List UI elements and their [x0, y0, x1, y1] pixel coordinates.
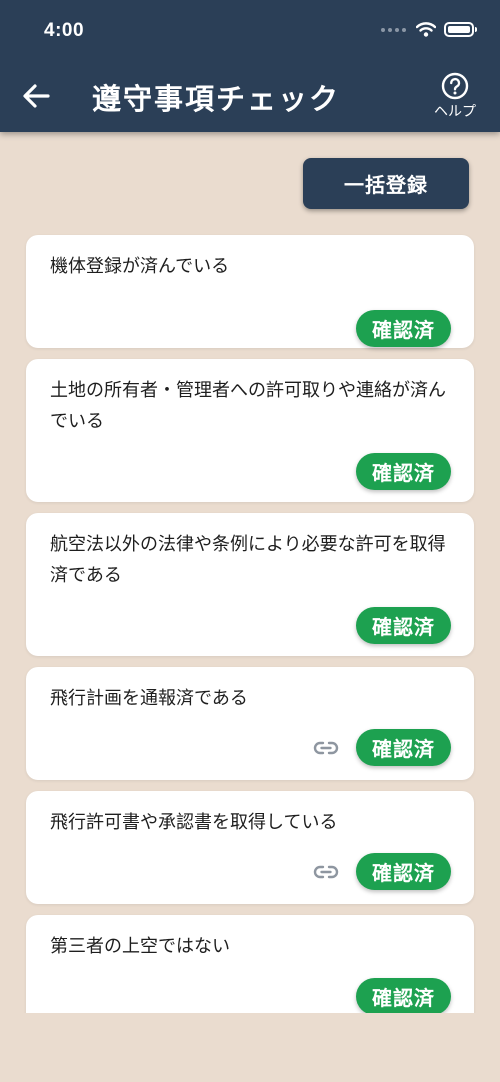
- question-circle-icon: [441, 72, 469, 100]
- checklist-item: 土地の所有者・管理者への許可取りや連絡が済んでいる 確認済: [26, 359, 474, 502]
- item-text: 飛行計画を通報済である: [50, 688, 248, 709]
- confirmed-button[interactable]: 確認済: [356, 310, 451, 347]
- arrow-left-icon[interactable]: [20, 80, 52, 112]
- signal-icon: [381, 27, 406, 32]
- item-text: 飛行許可書や承認書を取得している: [50, 812, 338, 833]
- status-icons: [381, 22, 477, 37]
- status-time: 4:00: [44, 20, 85, 41]
- app-header: 4:00 遵守事項チェック ヘルプ: [0, 0, 500, 132]
- link-icon[interactable]: [312, 858, 340, 886]
- checklist-item: 飛行計画を通報済である 確認済: [26, 667, 474, 780]
- help-label: ヘルプ: [434, 104, 476, 120]
- item-text: 土地の所有者・管理者への許可取りや連絡が済んでいる: [50, 380, 446, 432]
- item-text: 航空法以外の法律や条例により必要な許可を取得済である: [50, 534, 446, 586]
- checklist: 機体登録が済んでいる 確認済 土地の所有者・管理者への許可取りや連絡が済んでいる…: [0, 225, 500, 1013]
- confirmed-button[interactable]: 確認済: [356, 729, 451, 766]
- confirmed-button[interactable]: 確認済: [356, 853, 451, 890]
- bulk-register-button[interactable]: 一括登録: [303, 158, 469, 209]
- confirmed-button[interactable]: 確認済: [356, 453, 451, 490]
- wifi-icon: [416, 22, 436, 37]
- link-icon[interactable]: [312, 734, 340, 762]
- help-button[interactable]: ヘルプ: [430, 72, 480, 121]
- confirmed-button[interactable]: 確認済: [356, 978, 451, 1013]
- confirmed-button[interactable]: 確認済: [356, 607, 451, 644]
- page-title: 遵守事項チェック: [92, 82, 341, 116]
- item-text: 機体登録が済んでいる: [50, 256, 230, 277]
- checklist-item: 機体登録が済んでいる 確認済: [26, 235, 474, 348]
- battery-icon: [444, 22, 477, 37]
- checklist-item: 第三者の上空ではない 確認済: [26, 915, 474, 1013]
- checklist-item: 飛行許可書や承認書を取得している 確認済: [26, 791, 474, 904]
- item-text: 第三者の上空ではない: [50, 936, 230, 957]
- checklist-item: 航空法以外の法律や条例により必要な許可を取得済である 確認済: [26, 513, 474, 656]
